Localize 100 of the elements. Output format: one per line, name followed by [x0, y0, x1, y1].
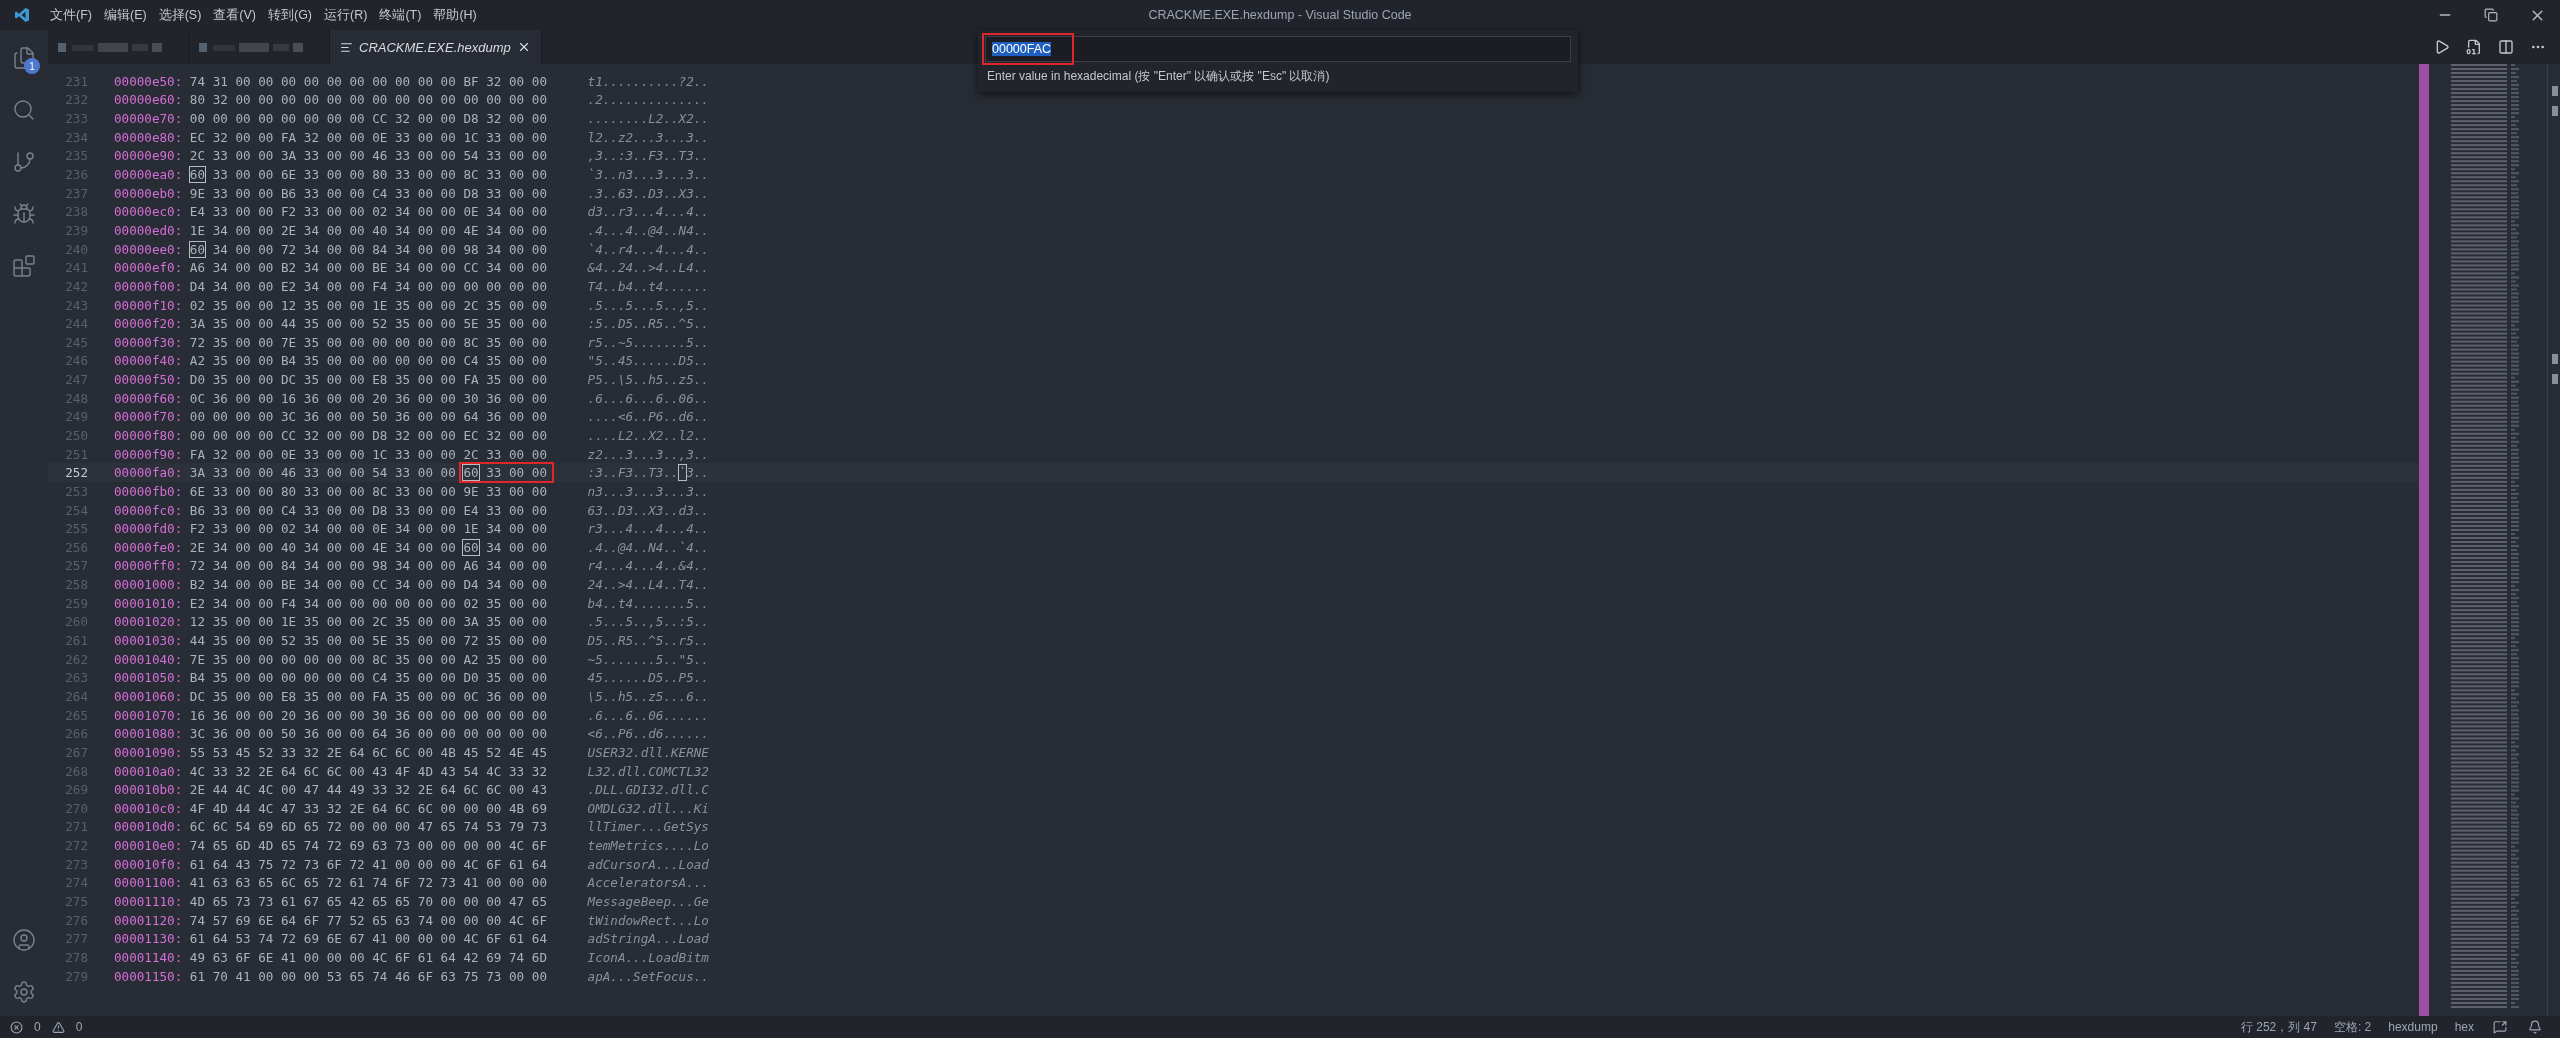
hex-byte[interactable]: 00: [531, 92, 547, 108]
hex-byte[interactable]: 61: [509, 931, 525, 947]
hex-byte[interactable]: 00: [349, 651, 365, 667]
hex-byte[interactable]: 00: [440, 92, 456, 108]
hex-byte[interactable]: 72: [189, 558, 205, 574]
hex-byte[interactable]: 72: [326, 875, 342, 891]
hex-byte[interactable]: 00: [258, 92, 274, 108]
hex-byte[interactable]: 33: [486, 167, 502, 182]
hex-byte[interactable]: D8: [463, 111, 479, 127]
hex-byte[interactable]: 00: [417, 185, 433, 201]
hex-byte[interactable]: 3C: [189, 726, 205, 742]
hex-byte[interactable]: 00: [531, 260, 547, 276]
hex-byte[interactable]: 73: [258, 894, 274, 909]
hex-byte[interactable]: 36: [486, 390, 502, 406]
hex-byte[interactable]: 35: [303, 353, 319, 369]
hex-byte[interactable]: 00: [440, 111, 456, 127]
hex-byte[interactable]: 00: [463, 92, 479, 108]
hex-byte[interactable]: 00: [372, 353, 388, 369]
hex-byte[interactable]: B2: [281, 260, 297, 276]
hex-byte[interactable]: 4D: [189, 894, 205, 909]
status-item[interactable]: 行 252，列 47: [2234, 1018, 2323, 1036]
hex-byte[interactable]: 34: [486, 577, 502, 593]
hex-byte[interactable]: 33: [212, 148, 228, 164]
hex-byte[interactable]: 63: [440, 968, 456, 984]
hex-byte[interactable]: 00: [395, 931, 411, 947]
hex-byte[interactable]: 33: [303, 167, 319, 182]
hex-byte[interactable]: 00: [531, 707, 547, 723]
hex-byte[interactable]: 4B: [440, 744, 456, 760]
hex-byte[interactable]: 00: [235, 353, 251, 369]
status-item[interactable]: hexdump: [2382, 1020, 2444, 1034]
hex-byte[interactable]: 00: [531, 353, 547, 369]
hex-byte[interactable]: 00: [509, 73, 525, 89]
hex-byte[interactable]: 34: [303, 539, 319, 555]
hex-byte[interactable]: 00: [326, 465, 342, 481]
hex-byte[interactable]: 00: [440, 521, 456, 537]
hex-byte[interactable]: 00: [326, 688, 342, 704]
hex-byte[interactable]: 33: [303, 465, 319, 481]
hex-byte[interactable]: 33: [395, 483, 411, 499]
menu-item[interactable]: 编辑(E): [97, 6, 153, 24]
hex-byte[interactable]: 33: [212, 204, 228, 220]
hex-byte[interactable]: 0E: [372, 521, 388, 537]
hex-byte[interactable]: 35: [486, 372, 502, 388]
hex-byte[interactable]: 67: [349, 931, 365, 947]
hex-byte[interactable]: 00: [372, 92, 388, 108]
hex-byte[interactable]: 00: [235, 73, 251, 89]
hex-byte[interactable]: 00: [509, 222, 525, 238]
hex-byte[interactable]: 00: [531, 297, 547, 313]
hex-byte[interactable]: 00: [417, 483, 433, 499]
hex-byte[interactable]: 00: [509, 334, 525, 350]
hex-byte[interactable]: 00: [258, 390, 274, 406]
hex-byte[interactable]: 98: [463, 241, 479, 257]
hex-byte[interactable]: 00: [463, 800, 479, 816]
hex-byte[interactable]: D8: [463, 185, 479, 201]
hex-byte[interactable]: 00: [531, 111, 547, 127]
hex-byte[interactable]: 00: [440, 856, 456, 872]
hex-byte[interactable]: 64: [531, 856, 547, 872]
hex-byte[interactable]: 00: [509, 521, 525, 537]
hex-byte[interactable]: 00: [349, 129, 365, 145]
hex-byte[interactable]: 00: [326, 428, 342, 443]
hex-byte[interactable]: 00: [531, 390, 547, 406]
hex-byte[interactable]: 00: [349, 763, 365, 779]
hex-byte[interactable]: 00: [349, 539, 365, 555]
hex-byte[interactable]: 00: [303, 949, 319, 965]
hex-byte[interactable]: 00: [326, 539, 342, 555]
hex-byte[interactable]: 74: [463, 819, 479, 835]
hex-byte[interactable]: 00: [303, 73, 319, 89]
hex-byte[interactable]: 00: [486, 726, 502, 742]
hex-byte[interactable]: D8: [372, 428, 388, 443]
hex-byte[interactable]: 00: [258, 670, 274, 686]
hex-byte[interactable]: 00: [349, 372, 365, 388]
hex-byte[interactable]: 45: [463, 744, 479, 760]
hex-byte[interactable]: 00: [212, 111, 228, 127]
hex-byte[interactable]: 52: [486, 744, 502, 760]
hex-byte[interactable]: 00: [349, 819, 365, 835]
hex-byte[interactable]: 72: [189, 334, 205, 350]
hex-byte[interactable]: 00: [417, 633, 433, 649]
hex-byte[interactable]: 4E: [463, 222, 479, 238]
hex-byte[interactable]: 00: [440, 670, 456, 686]
hex-byte[interactable]: 00: [349, 446, 365, 462]
hex-byte[interactable]: 3C: [281, 409, 297, 425]
hex-byte[interactable]: 73: [395, 838, 411, 854]
hex-byte[interactable]: 36: [303, 409, 319, 425]
hex-byte[interactable]: 0E: [463, 204, 479, 220]
hex-byte[interactable]: 36: [395, 390, 411, 406]
hex-byte[interactable]: 00: [440, 726, 456, 742]
hex-byte[interactable]: 53: [486, 819, 502, 835]
hex-byte[interactable]: 00: [258, 614, 274, 630]
hex-byte[interactable]: 00: [463, 707, 479, 723]
hex-byte[interactable]: 73: [486, 968, 502, 984]
hex-byte[interactable]: 00: [326, 278, 342, 294]
hex-byte[interactable]: 74: [189, 73, 205, 89]
hex-byte[interactable]: 00: [417, 726, 433, 742]
hex-byte[interactable]: 00: [417, 260, 433, 276]
hex-byte[interactable]: 9E: [189, 185, 205, 201]
hex-byte[interactable]: 00: [509, 875, 525, 891]
hex-byte[interactable]: 35: [395, 372, 411, 388]
hex-byte[interactable]: 00: [258, 577, 274, 593]
hex-byte[interactable]: 35: [212, 670, 228, 686]
hex-byte[interactable]: 00: [440, 316, 456, 332]
hex-byte[interactable]: 00: [509, 465, 525, 481]
